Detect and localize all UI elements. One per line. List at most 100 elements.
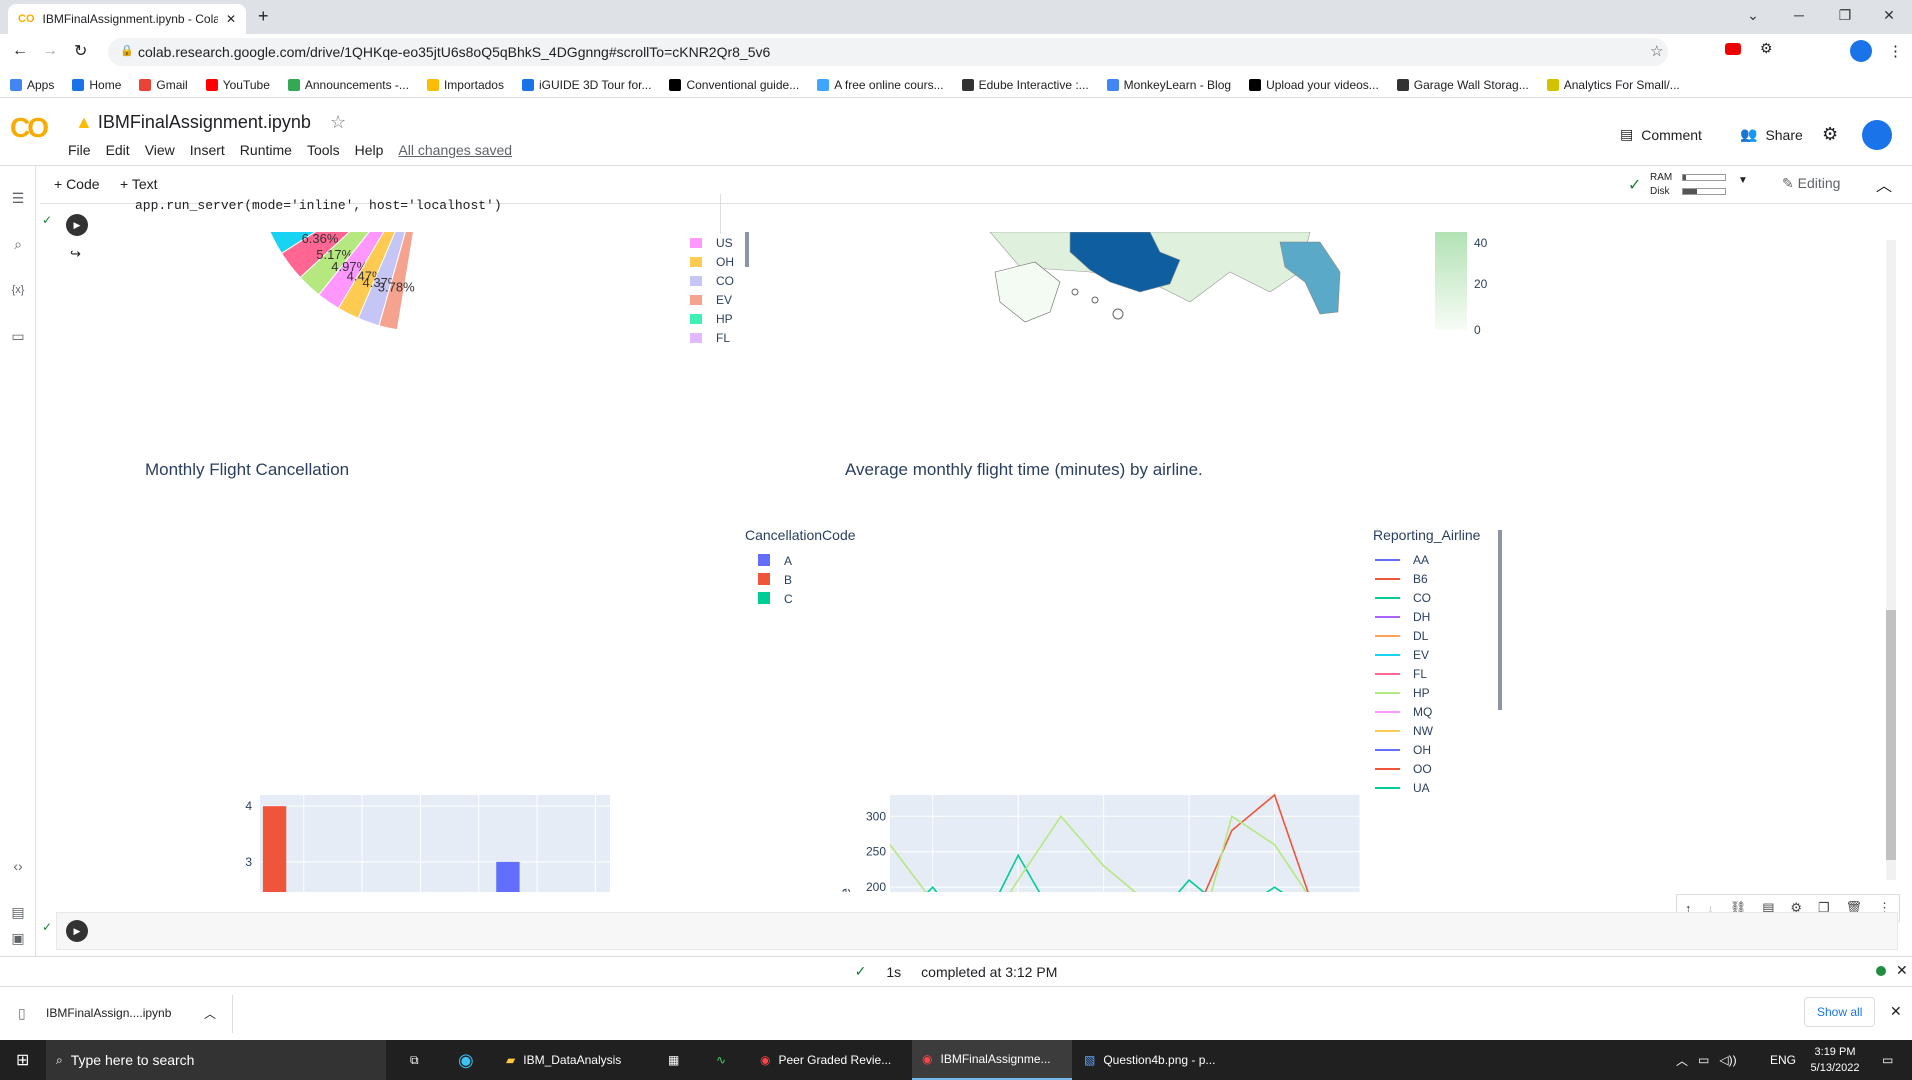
taskbar-item-colab[interactable]: ◉ IBMFinalAssignme... [912, 1040, 1072, 1080]
start-button[interactable]: ⊞ [6, 1040, 39, 1080]
menu-view[interactable]: View [145, 142, 175, 158]
bookmark-item[interactable]: A free online cours... [817, 77, 944, 92]
omnibox[interactable]: 🔒 colab.research.google.com/drive/1QHKqe… [108, 38, 1668, 66]
menu-edit[interactable]: Edit [106, 142, 130, 158]
bookmark-label: Home [89, 77, 122, 92]
taskbar-item-label: IBMFinalAssignme... [940, 1052, 1051, 1066]
bookmark-item[interactable]: Apps [10, 78, 54, 92]
runtime-dropdown-icon[interactable]: ▼ [1738, 175, 1748, 186]
legend-label: NW [1413, 724, 1434, 738]
bookmark-item[interactable]: Upload your videos... [1249, 78, 1379, 92]
menu-file[interactable]: File [68, 142, 91, 158]
ram-meter[interactable] [1682, 174, 1726, 181]
bookmark-item[interactable]: Gmail [139, 78, 188, 92]
close-window-icon[interactable]: ✕ [1866, 0, 1912, 30]
download-chevron-icon[interactable]: ︿ [204, 1005, 216, 1022]
forward-icon[interactable]: → [42, 42, 58, 60]
bookmark-favicon-icon [1249, 78, 1262, 91]
menu-runtime[interactable]: Runtime [240, 142, 292, 158]
bookmark-label: YouTube [222, 77, 270, 92]
bookmark-item[interactable]: Garage Wall Storag... [1396, 78, 1529, 92]
bookmark-label: Analytics For Small/... [1563, 77, 1680, 92]
back-icon[interactable]: ← [12, 42, 28, 60]
taskbar-item-paint[interactable]: ▧ Question4b.png - p... [1074, 1040, 1234, 1080]
network-icon: ▭ [1698, 1053, 1710, 1067]
add-text-button[interactable]: + Text [120, 176, 158, 192]
youtube-extension-icon[interactable] [1725, 43, 1741, 55]
tab-search-icon[interactable]: ⌄ [1730, 0, 1776, 30]
table-of-contents-icon[interactable]: ☰ [8, 188, 28, 208]
cell-code[interactable]: app.run_server(mode='inline', host='loca… [135, 198, 502, 213]
show-all-button[interactable]: Show all [1804, 997, 1876, 1027]
terminal-icon[interactable]: ▣ [8, 928, 28, 948]
menu-tools[interactable]: Tools [307, 142, 340, 158]
airtime-line-chart: Average monthly flight time (minutes) by… [837, 460, 1502, 892]
bookmark-item[interactable]: MonkeyLearn - Blog [1106, 78, 1231, 92]
profile-avatar[interactable] [1850, 40, 1872, 62]
bookmark-item[interactable]: Importados [426, 78, 504, 92]
notifications-icon[interactable]: ▭ [1872, 1040, 1903, 1080]
monitor-app-icon[interactable]: ∿ [706, 1040, 736, 1080]
browser-tab[interactable]: CO IBMFinalAssignment.ipynb - Cola ✕ [8, 4, 246, 34]
new-tab-icon[interactable]: + [258, 6, 269, 27]
account-avatar[interactable] [1862, 120, 1892, 150]
taskbar-item-ibm-dataanalysis[interactable]: ▰ IBM_DataAnalysis [496, 1040, 646, 1080]
edge-icon[interactable]: ◉ [448, 1040, 484, 1080]
variables-icon[interactable]: {x} [8, 280, 28, 300]
save-status-link[interactable]: All changes saved [398, 142, 512, 158]
bookmark-item[interactable]: Announcements -... [287, 78, 409, 92]
editing-button[interactable]: ✎ Editing [1782, 175, 1840, 192]
close-download-shelf-icon[interactable]: ✕ [1890, 1003, 1902, 1020]
system-tray[interactable]: ︿ ▭ ◁)) [1666, 1040, 1747, 1080]
menu-insert[interactable]: Insert [190, 142, 225, 158]
task-view-icon[interactable]: ⧉ [400, 1040, 429, 1080]
chrome-menu-icon[interactable]: ⋮ [1888, 42, 1903, 60]
bookmark-item[interactable]: YouTube [205, 77, 270, 92]
notebook-title: IBMFinalAssignment.ipynb [97, 112, 311, 132]
bookmark-item[interactable]: Conventional guide... [669, 78, 799, 92]
download-file-name[interactable]: IBMFinalAssign....ipynb [46, 1006, 171, 1020]
taskbar-item-peer-graded[interactable]: ◉ Peer Graded Revie... [750, 1040, 910, 1080]
close-tab-icon[interactable]: ✕ [226, 12, 236, 26]
output-scrollbar[interactable] [1886, 240, 1896, 880]
comment-button[interactable]: ▤ Comment [1620, 126, 1702, 143]
legend-swatch [690, 314, 702, 324]
command-palette-icon[interactable]: ▤ [8, 902, 28, 922]
bookmark-favicon-icon [1396, 78, 1409, 91]
chrome-icon: ◉ [760, 1053, 771, 1067]
bookmark-star-icon[interactable]: ☆ [1650, 42, 1663, 60]
settings-gear-icon[interactable]: ⚙ [1822, 124, 1838, 145]
bookmark-item[interactable]: Analytics For Small/... [1546, 77, 1680, 92]
bookmark-item[interactable]: Home [72, 78, 121, 92]
legend-label: EV [1413, 648, 1429, 662]
chrome-icon: ◉ [922, 1052, 933, 1066]
pie-slice-label: 3.78% [378, 279, 415, 294]
bookmark-label: A free online cours... [834, 77, 944, 92]
disk-meter[interactable] [1682, 188, 1726, 195]
app-icon[interactable]: ▦ [658, 1040, 689, 1080]
bookmark-item[interactable]: Edube Interactive :... [961, 78, 1089, 92]
reload-icon[interactable]: ↻ [74, 41, 87, 61]
extensions-icon[interactable]: ⚙ [1760, 40, 1773, 57]
close-status-icon[interactable]: ✕ [1896, 962, 1908, 979]
minimize-icon[interactable]: ─ [1776, 0, 1822, 30]
share-button[interactable]: 👥 Share [1740, 126, 1803, 143]
legend-label: HP [716, 312, 733, 326]
star-icon[interactable]: ☆ [330, 112, 346, 132]
menu-help[interactable]: Help [355, 142, 384, 158]
restore-icon[interactable]: ❐ [1822, 0, 1868, 30]
map-colorbar: 40 20 0 [1435, 232, 1488, 337]
empty-code-cell[interactable] [56, 912, 1898, 950]
run-empty-cell-button[interactable]: ▶ [66, 920, 88, 942]
colab-logo[interactable]: CO [10, 112, 49, 144]
notebook-name[interactable]: ▲ IBMFinalAssignment.ipynb ☆ [75, 112, 346, 133]
files-folder-icon[interactable]: ▭ [8, 326, 28, 346]
add-code-button[interactable]: + Code [54, 176, 100, 192]
taskbar-search[interactable]: ⌕ Type here to search [46, 1040, 386, 1080]
search-icon[interactable]: ⌕ [8, 234, 28, 254]
collapse-header-icon[interactable]: ︿ [1876, 172, 1892, 196]
code-snippets-icon[interactable]: ‹› [8, 856, 28, 876]
taskbar-clock[interactable]: 3:19 PM 5/13/2022 [1800, 1044, 1870, 1076]
legend-scrollbar [1498, 530, 1502, 710]
bookmark-item[interactable]: iGUIDE 3D Tour for... [521, 78, 651, 92]
